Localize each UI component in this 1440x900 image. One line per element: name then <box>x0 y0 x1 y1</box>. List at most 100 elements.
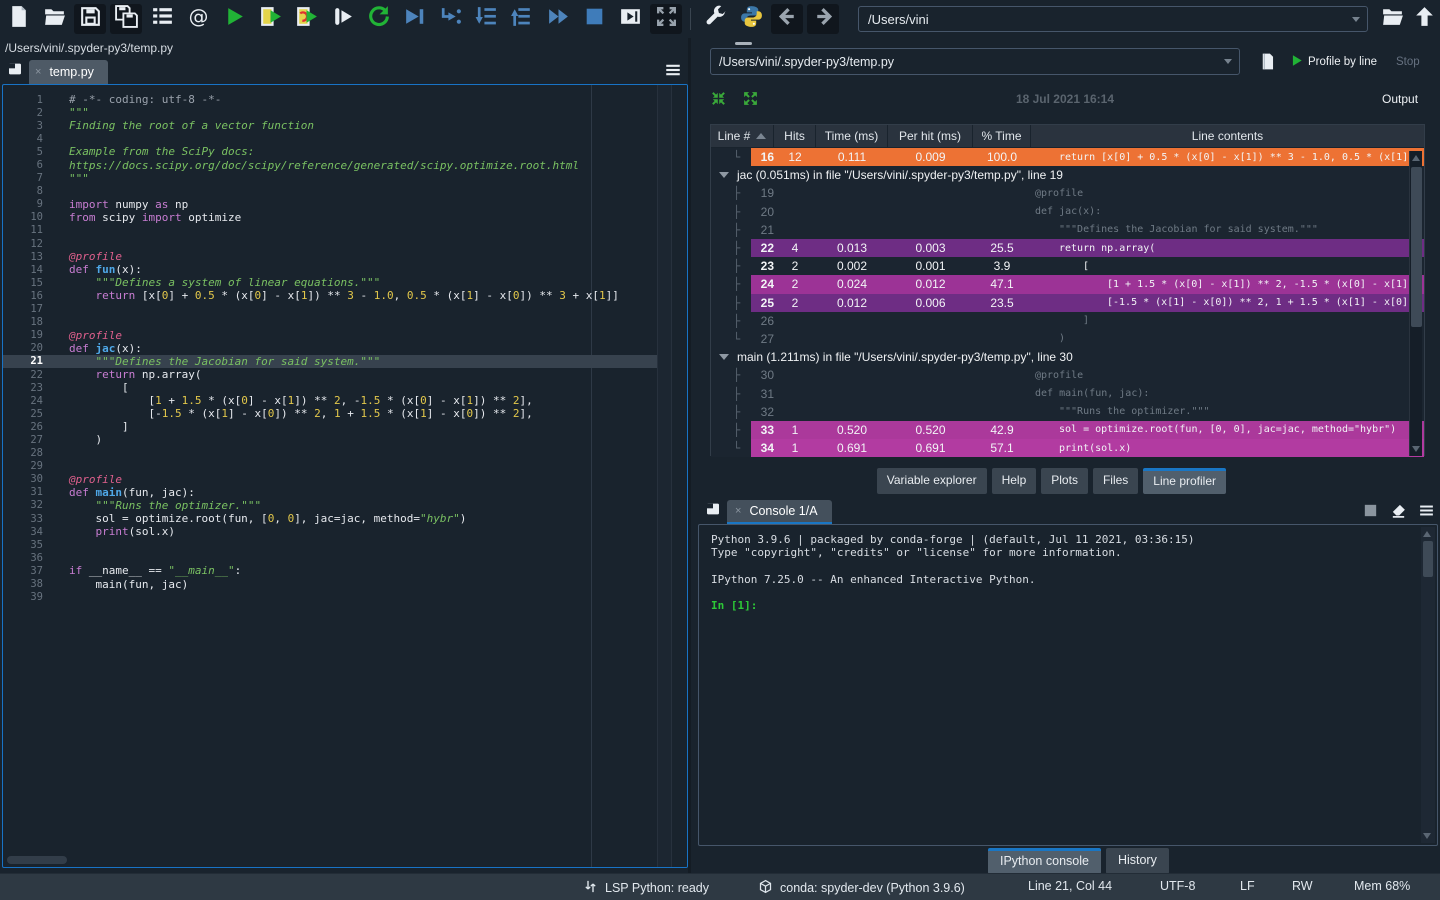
scroll-down-icon[interactable] <box>1423 833 1431 839</box>
editor-vertical-scrollbar[interactable] <box>657 85 671 867</box>
code-line[interactable]: 21 """Defines the Jacobian for said syst… <box>3 355 657 368</box>
column-header-hits[interactable]: Hits <box>774 125 816 147</box>
column-header-line-contents[interactable]: Line contents <box>1031 125 1424 147</box>
code-line[interactable]: 30@profile <box>3 473 687 486</box>
maximize-pane-button[interactable] <box>614 4 646 34</box>
working-directory-field[interactable]: /Users/vini <box>858 6 1368 32</box>
interrupt-kernel-button[interactable] <box>1358 502 1382 524</box>
scrollbar-thumb[interactable] <box>1423 541 1433 577</box>
code-line[interactable]: 39 <box>3 591 687 604</box>
ipython-console[interactable]: Python 3.9.6 | packaged by conda-forge |… <box>698 524 1438 846</box>
close-icon[interactable]: × <box>35 66 41 78</box>
editor-horizontal-scrollbar[interactable] <box>7 856 67 864</box>
profiler-table-header[interactable]: Line #HitsTime (ms)Per hit (ms)% TimeLin… <box>711 125 1424 148</box>
expand-all-button[interactable] <box>742 90 759 112</box>
clear-console-button[interactable] <box>1386 502 1410 524</box>
column-header--time[interactable]: % Time <box>973 125 1031 147</box>
python-env-button[interactable] <box>735 4 767 34</box>
code-line[interactable]: 35 <box>3 538 687 551</box>
column-header-per-hit-ms-[interactable]: Per hit (ms) <box>888 125 973 147</box>
code-line[interactable]: 22 return np.array( <box>3 368 687 381</box>
code-line[interactable]: 26 ] <box>3 420 687 433</box>
working-directory-value[interactable]: /Users/vini <box>859 12 1352 27</box>
scroll-up-icon[interactable] <box>1412 155 1420 161</box>
tab-plots[interactable]: Plots <box>1041 468 1088 494</box>
code-line[interactable]: 6https://docs.scipy.org/doc/scipy/refere… <box>3 158 687 171</box>
debug-file-button[interactable] <box>398 4 430 34</box>
continue-button[interactable] <box>542 4 574 34</box>
code-line[interactable]: 17 <box>3 303 687 316</box>
profiler-row[interactable]: ├2240.0130.00325.5return np.array( <box>711 239 1424 257</box>
code-line[interactable]: 37if __name__ == "__main__": <box>3 564 687 577</box>
console-scrollbar[interactable] <box>1421 527 1435 843</box>
profiler-file-value[interactable]: /Users/vini/.spyder-py3/temp.py <box>711 55 1224 69</box>
code-line[interactable]: 36 <box>3 551 687 564</box>
select-file-button[interactable] <box>1258 51 1277 77</box>
close-icon[interactable]: × <box>735 505 741 517</box>
run-cell-button[interactable] <box>254 4 286 34</box>
profiler-row[interactable]: └27) <box>711 330 1424 348</box>
chevron-down-icon[interactable] <box>1224 59 1232 64</box>
code-line[interactable]: 38 main(fun, jac) <box>3 577 687 590</box>
run-file-button[interactable] <box>218 4 250 34</box>
code-line[interactable]: 20def jac(x): <box>3 342 687 355</box>
browse-tabs-button[interactable] <box>4 60 26 82</box>
code-line[interactable]: 4 <box>3 132 687 145</box>
profiler-row[interactable]: ├26] <box>711 312 1424 330</box>
step-into-button[interactable] <box>434 4 466 34</box>
code-line[interactable]: 23 [ <box>3 381 687 394</box>
console-options-button[interactable] <box>1414 502 1438 524</box>
fullscreen-button[interactable] <box>650 4 682 34</box>
save-button[interactable] <box>74 4 106 34</box>
collapse-triangle-icon[interactable] <box>719 354 729 360</box>
collapse-triangle-icon[interactable] <box>719 172 729 178</box>
find-symbol-button[interactable]: @ <box>182 4 214 34</box>
profile-by-line-button[interactable]: Profile by line <box>1308 56 1377 68</box>
stop-debug-button[interactable] <box>578 4 610 34</box>
profiler-row[interactable]: ├21"""Defines the Jacobian for said syst… <box>711 221 1424 239</box>
profiler-row[interactable]: ├30@profile <box>711 366 1424 384</box>
code-line[interactable]: 9import numpy as np <box>3 198 687 211</box>
run-selection-button[interactable] <box>326 4 358 34</box>
tab-ipython-console[interactable]: IPython console <box>988 848 1101 874</box>
code-line[interactable]: 8 <box>3 185 687 198</box>
output-button[interactable]: Output <box>1382 92 1418 106</box>
code-line[interactable]: 11 <box>3 224 687 237</box>
column-header-time-ms-[interactable]: Time (ms) <box>816 125 888 147</box>
outline-button[interactable] <box>146 4 178 34</box>
scroll-up-icon[interactable] <box>1423 531 1431 537</box>
scrollbar-thumb[interactable] <box>1411 167 1422 327</box>
console-prompt-line[interactable]: In [1]: <box>711 599 1417 612</box>
code-line[interactable]: 10from scipy import optimize <box>3 211 687 224</box>
scroll-down-icon[interactable] <box>1412 446 1420 452</box>
profiler-section[interactable]: jac (0.051ms) in file "/Users/vini/.spyd… <box>711 166 1424 184</box>
tab-console-1a[interactable]: × Console 1/A <box>727 500 832 524</box>
code-line[interactable]: 5Example from the SciPy docs: <box>3 145 687 158</box>
profiler-row[interactable]: ├31def main(fun, jac): <box>711 384 1424 402</box>
code-line[interactable]: 31def main(fun, jac): <box>3 486 687 499</box>
code-line[interactable]: 32 """Runs the optimizer.""" <box>3 499 687 512</box>
tools-button[interactable] <box>699 4 731 34</box>
profiler-scrollbar[interactable] <box>1409 151 1422 456</box>
code-line[interactable]: 18 <box>3 316 687 329</box>
pane-splitter[interactable] <box>688 38 691 874</box>
profiler-row[interactable]: ├20def jac(x): <box>711 203 1424 221</box>
back-button[interactable] <box>771 4 803 34</box>
tab-variable-explorer[interactable]: Variable explorer <box>877 468 987 494</box>
profiler-row[interactable]: └3410.6910.69157.1print(sol.x) <box>711 439 1424 457</box>
profiler-row[interactable]: ├19@profile <box>711 184 1424 202</box>
profiler-file-field[interactable]: /Users/vini/.spyder-py3/temp.py <box>710 48 1240 75</box>
code-line[interactable]: 25 [-1.5 * (x[1] - x[0]) ** 2, 1 + 1.5 *… <box>3 407 687 420</box>
profiler-row[interactable]: ├3310.5200.52042.9sol = optimize.root(fu… <box>711 421 1424 439</box>
code-line[interactable]: 29 <box>3 460 687 473</box>
code-line[interactable]: 33 sol = optimize.root(fun, [0, 0], jac=… <box>3 512 687 525</box>
browse-tabs-button[interactable] <box>702 500 724 522</box>
code-line[interactable]: 13@profile <box>3 250 687 263</box>
code-line[interactable]: 3Finding the root of a vector function <box>3 119 687 132</box>
code-line[interactable]: 28 <box>3 447 687 460</box>
tab-history[interactable]: History <box>1106 848 1169 874</box>
column-header-line-[interactable]: Line # <box>711 125 774 147</box>
profiler-row[interactable]: ├2320.0020.0013.9[ <box>711 257 1424 275</box>
code-editor[interactable]: 1# -*- coding: utf-8 -*-2"""3Finding the… <box>2 84 688 868</box>
code-line[interactable]: 12 <box>3 237 687 250</box>
